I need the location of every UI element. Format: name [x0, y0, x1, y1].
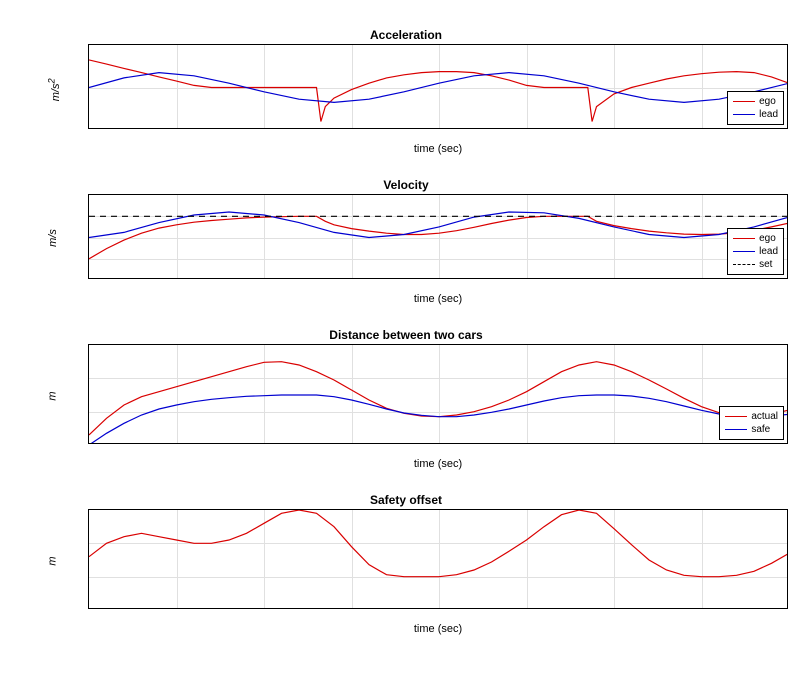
legend-swatch [725, 416, 747, 417]
chart-panel-safety: 01020304050607080-50510 m [88, 509, 788, 609]
ylabel-3: m [47, 391, 59, 400]
legend-label: set [759, 258, 772, 271]
legend-entry: actual [725, 410, 778, 423]
xlabel-3: time (sec) [88, 458, 788, 470]
legend-label: lead [759, 245, 778, 258]
chart-title-4: Safety offset [0, 493, 812, 507]
chart-title-1: Acceleration [0, 28, 812, 42]
series-line-actual [89, 362, 788, 435]
legend-entry: lead [733, 245, 778, 258]
xlabel-1: time (sec) [88, 143, 788, 155]
legend-label: safe [751, 423, 770, 436]
legend-swatch [733, 264, 755, 265]
plot-area-4: 01020304050607080-50510 [88, 509, 788, 609]
legend-swatch [733, 114, 755, 115]
chart-title-2: Velocity [0, 178, 812, 192]
legend-label: actual [751, 410, 778, 423]
chart-panel-velocity: 010203040506070801520253035egoleadset m/… [88, 194, 788, 279]
legend-entry: lead [733, 108, 778, 121]
xlabel-4: time (sec) [88, 623, 788, 635]
legend-entry: safe [725, 423, 778, 436]
chart-panel-acceleration: 01020304050607080-202egolead m/s2 [88, 44, 788, 129]
legend: egoleadset [727, 228, 784, 275]
plot-area-3: 0102030405060708040506070actualsafe [88, 344, 788, 444]
xlabel-2: time (sec) [88, 293, 788, 305]
legend: actualsafe [719, 406, 784, 440]
legend-label: lead [759, 108, 778, 121]
legend-swatch [733, 238, 755, 239]
legend-entry: ego [733, 232, 778, 245]
ylabel-1: m/s2 [47, 78, 63, 101]
series-line-safe [89, 395, 788, 444]
chart-panel-distance: 0102030405060708040506070actualsafe m [88, 344, 788, 444]
figure: Acceleration 01020304050607080-202egolea… [0, 0, 812, 675]
legend-swatch [733, 101, 755, 102]
plot-area-2: 010203040506070801520253035egoleadset [88, 194, 788, 279]
legend-label: ego [759, 232, 776, 245]
legend-swatch [725, 429, 747, 430]
series-line-ego [89, 60, 788, 122]
legend-entry: set [733, 258, 778, 271]
series-line-lead [89, 73, 788, 103]
plot-area-1: 01020304050607080-202egolead [88, 44, 788, 129]
legend-label: ego [759, 95, 776, 108]
legend-entry: ego [733, 95, 778, 108]
chart-title-3: Distance between two cars [0, 328, 812, 342]
legend: egolead [727, 91, 784, 125]
ylabel-2: m/s [47, 229, 59, 247]
legend-swatch [733, 251, 755, 252]
series-line-offset [89, 510, 788, 577]
ylabel-4: m [47, 556, 59, 565]
